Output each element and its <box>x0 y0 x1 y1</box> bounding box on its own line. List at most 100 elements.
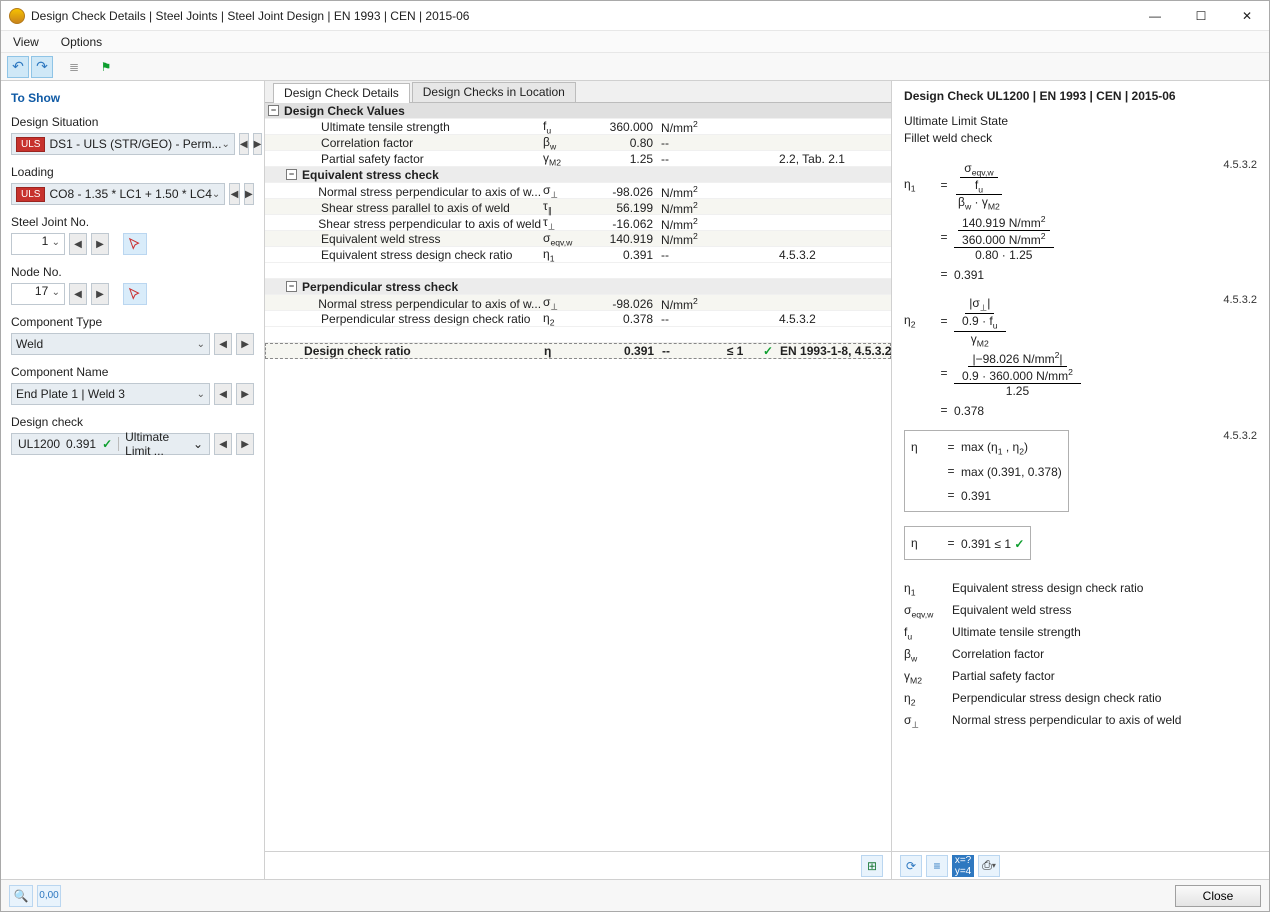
eta-result-box: η = max (η1 , η2) = max (0.391, 0.378) =… <box>904 430 1069 512</box>
tree-toggle-icon[interactable]: − <box>268 105 279 116</box>
right-btn-print[interactable]: ⎙▾ <box>978 855 1000 877</box>
table-row[interactable]: Shear stress perpendicular to axis of we… <box>265 215 891 231</box>
component-name-value: End Plate 1 | Weld 3 <box>16 387 125 401</box>
steel-joint-pick[interactable] <box>123 233 147 255</box>
titlebar: Design Check Details | Steel Joints | St… <box>1 1 1269 31</box>
steel-joint-field[interactable]: 1 ⌄ <box>11 233 65 255</box>
loading-prev[interactable]: ◀ <box>229 183 239 205</box>
recycle-icon: ⟳ <box>906 859 916 873</box>
eq-ref-2: 4.5.3.2 <box>1223 294 1257 306</box>
toolbar-flag-button[interactable]: ⚑ <box>95 56 117 78</box>
component-type-next[interactable]: ▶ <box>236 333 254 355</box>
arrow-left-icon: ↶ <box>12 58 24 75</box>
footer-search-button[interactable]: 🔍 <box>9 885 33 907</box>
number-icon: 0,00 <box>39 890 58 901</box>
right-btn-1[interactable]: ⟳ <box>900 855 922 877</box>
print-icon: ⎙ <box>982 858 992 873</box>
table-row[interactable]: Design check ratioη0.391--≤ 1✓EN 1993-1-… <box>265 343 891 359</box>
node-label: Node No. <box>11 265 254 279</box>
values-tree[interactable]: −Design Check ValuesUltimate tensile str… <box>265 103 891 851</box>
search-icon: 🔍 <box>14 889 29 903</box>
design-check-combo[interactable]: UL1200 0.391 ✓ Ultimate Limit ... ⌄ <box>11 433 210 455</box>
right-btn-2[interactable]: ≡ <box>926 855 948 877</box>
component-type-prev[interactable]: ◀ <box>214 333 232 355</box>
component-type-combo[interactable]: Weld ⌄ <box>11 333 210 355</box>
design-check-next[interactable]: ▶ <box>236 433 254 455</box>
toolbar-detail-button[interactable]: ≣ <box>63 56 85 78</box>
chevron-down-icon: ⌄ <box>52 237 60 248</box>
right-subtitle: Ultimate Limit State Fillet weld check <box>904 113 1257 147</box>
node-pick[interactable] <box>123 283 147 305</box>
component-name-next[interactable]: ▶ <box>236 383 254 405</box>
window-maximize-button[interactable]: ☐ <box>1187 5 1215 27</box>
design-situation-next[interactable]: ▶ <box>253 133 263 155</box>
toolbar-back-button[interactable]: ↶ <box>7 56 29 78</box>
right-btn-formula[interactable]: x=?y=4 <box>952 855 974 877</box>
menu-options[interactable]: Options <box>61 35 102 49</box>
component-name-prev[interactable]: ◀ <box>214 383 232 405</box>
uls-tag-2: ULS <box>16 187 45 202</box>
design-check-prev[interactable]: ◀ <box>214 433 232 455</box>
steel-joint-prev[interactable]: ◀ <box>69 233 87 255</box>
table-row[interactable]: −Design Check Values <box>265 103 891 119</box>
eq-ref-3: 4.5.3.2 <box>1223 430 1257 442</box>
table-row[interactable]: −Equivalent stress check <box>265 167 891 183</box>
design-check-ratio: 0.391 <box>66 437 96 451</box>
loading-combo[interactable]: ULS CO8 - 1.35 * LC1 + 1.50 * LC4 ⌄ <box>11 183 225 205</box>
pointer-icon <box>128 287 142 301</box>
tab-details[interactable]: Design Check Details <box>273 83 410 103</box>
tab-location[interactable]: Design Checks in Location <box>412 82 576 102</box>
node-next[interactable]: ▶ <box>91 283 109 305</box>
toolbar-forward-button[interactable]: ↷ <box>31 56 53 78</box>
design-situation-value: DS1 - ULS (STR/GEO) - Perm... <box>49 137 221 151</box>
table-row[interactable]: −Perpendicular stress check <box>265 279 891 295</box>
list-icon: ≣ <box>69 60 79 74</box>
right-title: Design Check UL1200 | EN 1993 | CEN | 20… <box>904 89 1257 103</box>
export-excel-button[interactable]: ⊞ <box>861 855 883 877</box>
table-row[interactable]: Normal stress perpendicular to axis of w… <box>265 183 891 199</box>
tabstrip: Design Check Details Design Checks in Lo… <box>265 81 891 103</box>
eta1-symbol: η1 <box>904 177 934 193</box>
menu-view[interactable]: View <box>13 35 39 49</box>
loading-value: CO8 - 1.35 * LC1 + 1.50 * LC4 <box>49 187 211 201</box>
design-situation-prev[interactable]: ◀ <box>239 133 249 155</box>
loading-next[interactable]: ▶ <box>244 183 254 205</box>
steel-joint-label: Steel Joint No. <box>11 215 254 229</box>
chevron-down-icon: ⌄ <box>193 437 203 451</box>
table-row[interactable]: Shear stress parallel to axis of weldτ∥5… <box>265 199 891 215</box>
node-prev[interactable]: ◀ <box>69 283 87 305</box>
excel-icon: ⊞ <box>867 859 877 873</box>
window-minimize-button[interactable]: — <box>1141 5 1169 27</box>
window-title: Design Check Details | Steel Joints | St… <box>31 9 1141 23</box>
loading-label: Loading <box>11 165 254 179</box>
table-row[interactable]: Partial safety factorγM21.25--2.2, Tab. … <box>265 151 891 167</box>
footer: 🔍 0,00 Close <box>1 879 1269 911</box>
design-situation-combo[interactable]: ULS DS1 - ULS (STR/GEO) - Perm... ⌄ <box>11 133 235 155</box>
component-name-combo[interactable]: End Plate 1 | Weld 3 ⌄ <box>11 383 210 405</box>
footer-units-button[interactable]: 0,00 <box>37 885 61 907</box>
list-icon: ≡ <box>934 859 941 873</box>
center-toolbar: ⊞ <box>265 851 891 879</box>
design-check-name: Ultimate Limit ... <box>125 430 187 458</box>
glossary-row: σ⊥Normal stress perpendicular to axis of… <box>904 710 1257 732</box>
table-row[interactable]: Ultimate tensile strengthfu360.000N/mm2 <box>265 119 891 135</box>
right-toolbar: ⟳ ≡ x=?y=4 ⎙▾ <box>892 851 1269 879</box>
tree-toggle-icon[interactable]: − <box>286 281 297 292</box>
eq-ref-1: 4.5.3.2 <box>1223 159 1257 171</box>
table-row[interactable]: Normal stress perpendicular to axis of w… <box>265 295 891 311</box>
tree-toggle-icon[interactable]: − <box>286 169 297 180</box>
eta-final-box: η = 0.391 ≤ 1 ✓ <box>904 526 1031 560</box>
design-check-label: Design check <box>11 415 254 429</box>
glossary-row: γM2Partial safety factor <box>904 666 1257 688</box>
table-row[interactable]: Equivalent weld stressσeqv,w140.919N/mm2 <box>265 231 891 247</box>
center-panel: Design Check Details Design Checks in Lo… <box>265 81 892 879</box>
window-close-button[interactable]: ✕ <box>1233 5 1261 27</box>
close-button[interactable]: Close <box>1175 885 1261 907</box>
node-field[interactable]: 17 ⌄ <box>11 283 65 305</box>
check-ok-icon: ✓ <box>102 437 112 451</box>
chevron-down-icon: ⌄ <box>197 339 205 350</box>
table-row[interactable]: Equivalent stress design check ratioη10.… <box>265 247 891 263</box>
table-row[interactable]: Correlation factorβw0.80-- <box>265 135 891 151</box>
steel-joint-next[interactable]: ▶ <box>91 233 109 255</box>
table-row[interactable]: Perpendicular stress design check ratioη… <box>265 311 891 327</box>
